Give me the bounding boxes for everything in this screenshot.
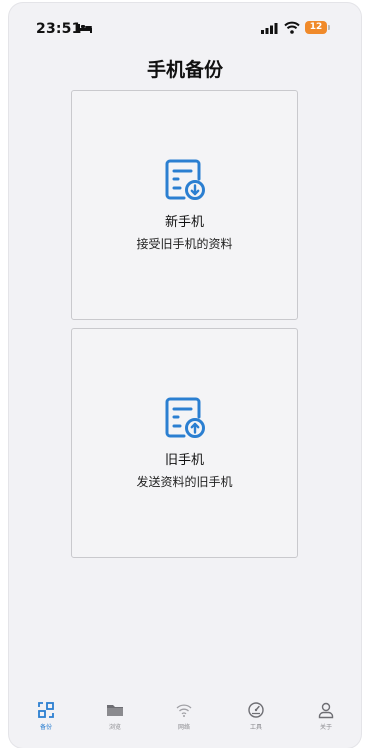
battery-indicator: 12 [305, 21, 327, 34]
person-icon [318, 702, 334, 719]
tab-network-label: 网络 [177, 724, 190, 731]
old-phone-card[interactable]: 旧手机 发送资料的旧手机 [71, 328, 298, 558]
phone-screen: 23:51 12 手机备份 新手机 接受旧手机的资料 旧手机 发送资料的旧手机 … [9, 3, 361, 748]
new-phone-subtitle: 接受旧手机的资料 [136, 237, 233, 251]
tab-backup-label: 备份 [39, 724, 52, 731]
wifi-icon [176, 704, 192, 717]
folder-icon [107, 705, 123, 716]
status-bar: 23:51 12 [9, 3, 361, 47]
status-time: 23:51 [36, 21, 82, 37]
tab-tools[interactable]: 工具 [236, 701, 276, 731]
tab-bar: 备份 浏览 网络 工具 关于 [9, 693, 361, 748]
tab-browse-label: 浏览 [108, 724, 121, 731]
old-phone-title: 旧手机 [164, 453, 204, 468]
new-phone-card[interactable]: 新手机 接受旧手机的资料 [71, 90, 298, 320]
gauge-icon [248, 702, 264, 718]
backup-icon [38, 702, 54, 718]
tab-network[interactable]: 网络 [164, 701, 204, 731]
page-title: 手机备份 [146, 59, 223, 81]
wifi-status-icon [284, 21, 300, 34]
tab-about[interactable]: 关于 [306, 701, 346, 731]
bed-icon [78, 24, 92, 33]
tab-backup[interactable]: 备份 [26, 701, 66, 731]
document-download-icon [165, 159, 205, 200]
battery-tip [328, 25, 330, 30]
tab-about-label: 关于 [319, 724, 332, 731]
old-phone-subtitle: 发送资料的旧手机 [136, 475, 233, 489]
tab-tools-label: 工具 [249, 724, 262, 731]
new-phone-title: 新手机 [164, 215, 204, 230]
tab-browse[interactable]: 浏览 [95, 701, 135, 731]
document-upload-icon [165, 397, 205, 438]
signal-icon [261, 23, 278, 34]
